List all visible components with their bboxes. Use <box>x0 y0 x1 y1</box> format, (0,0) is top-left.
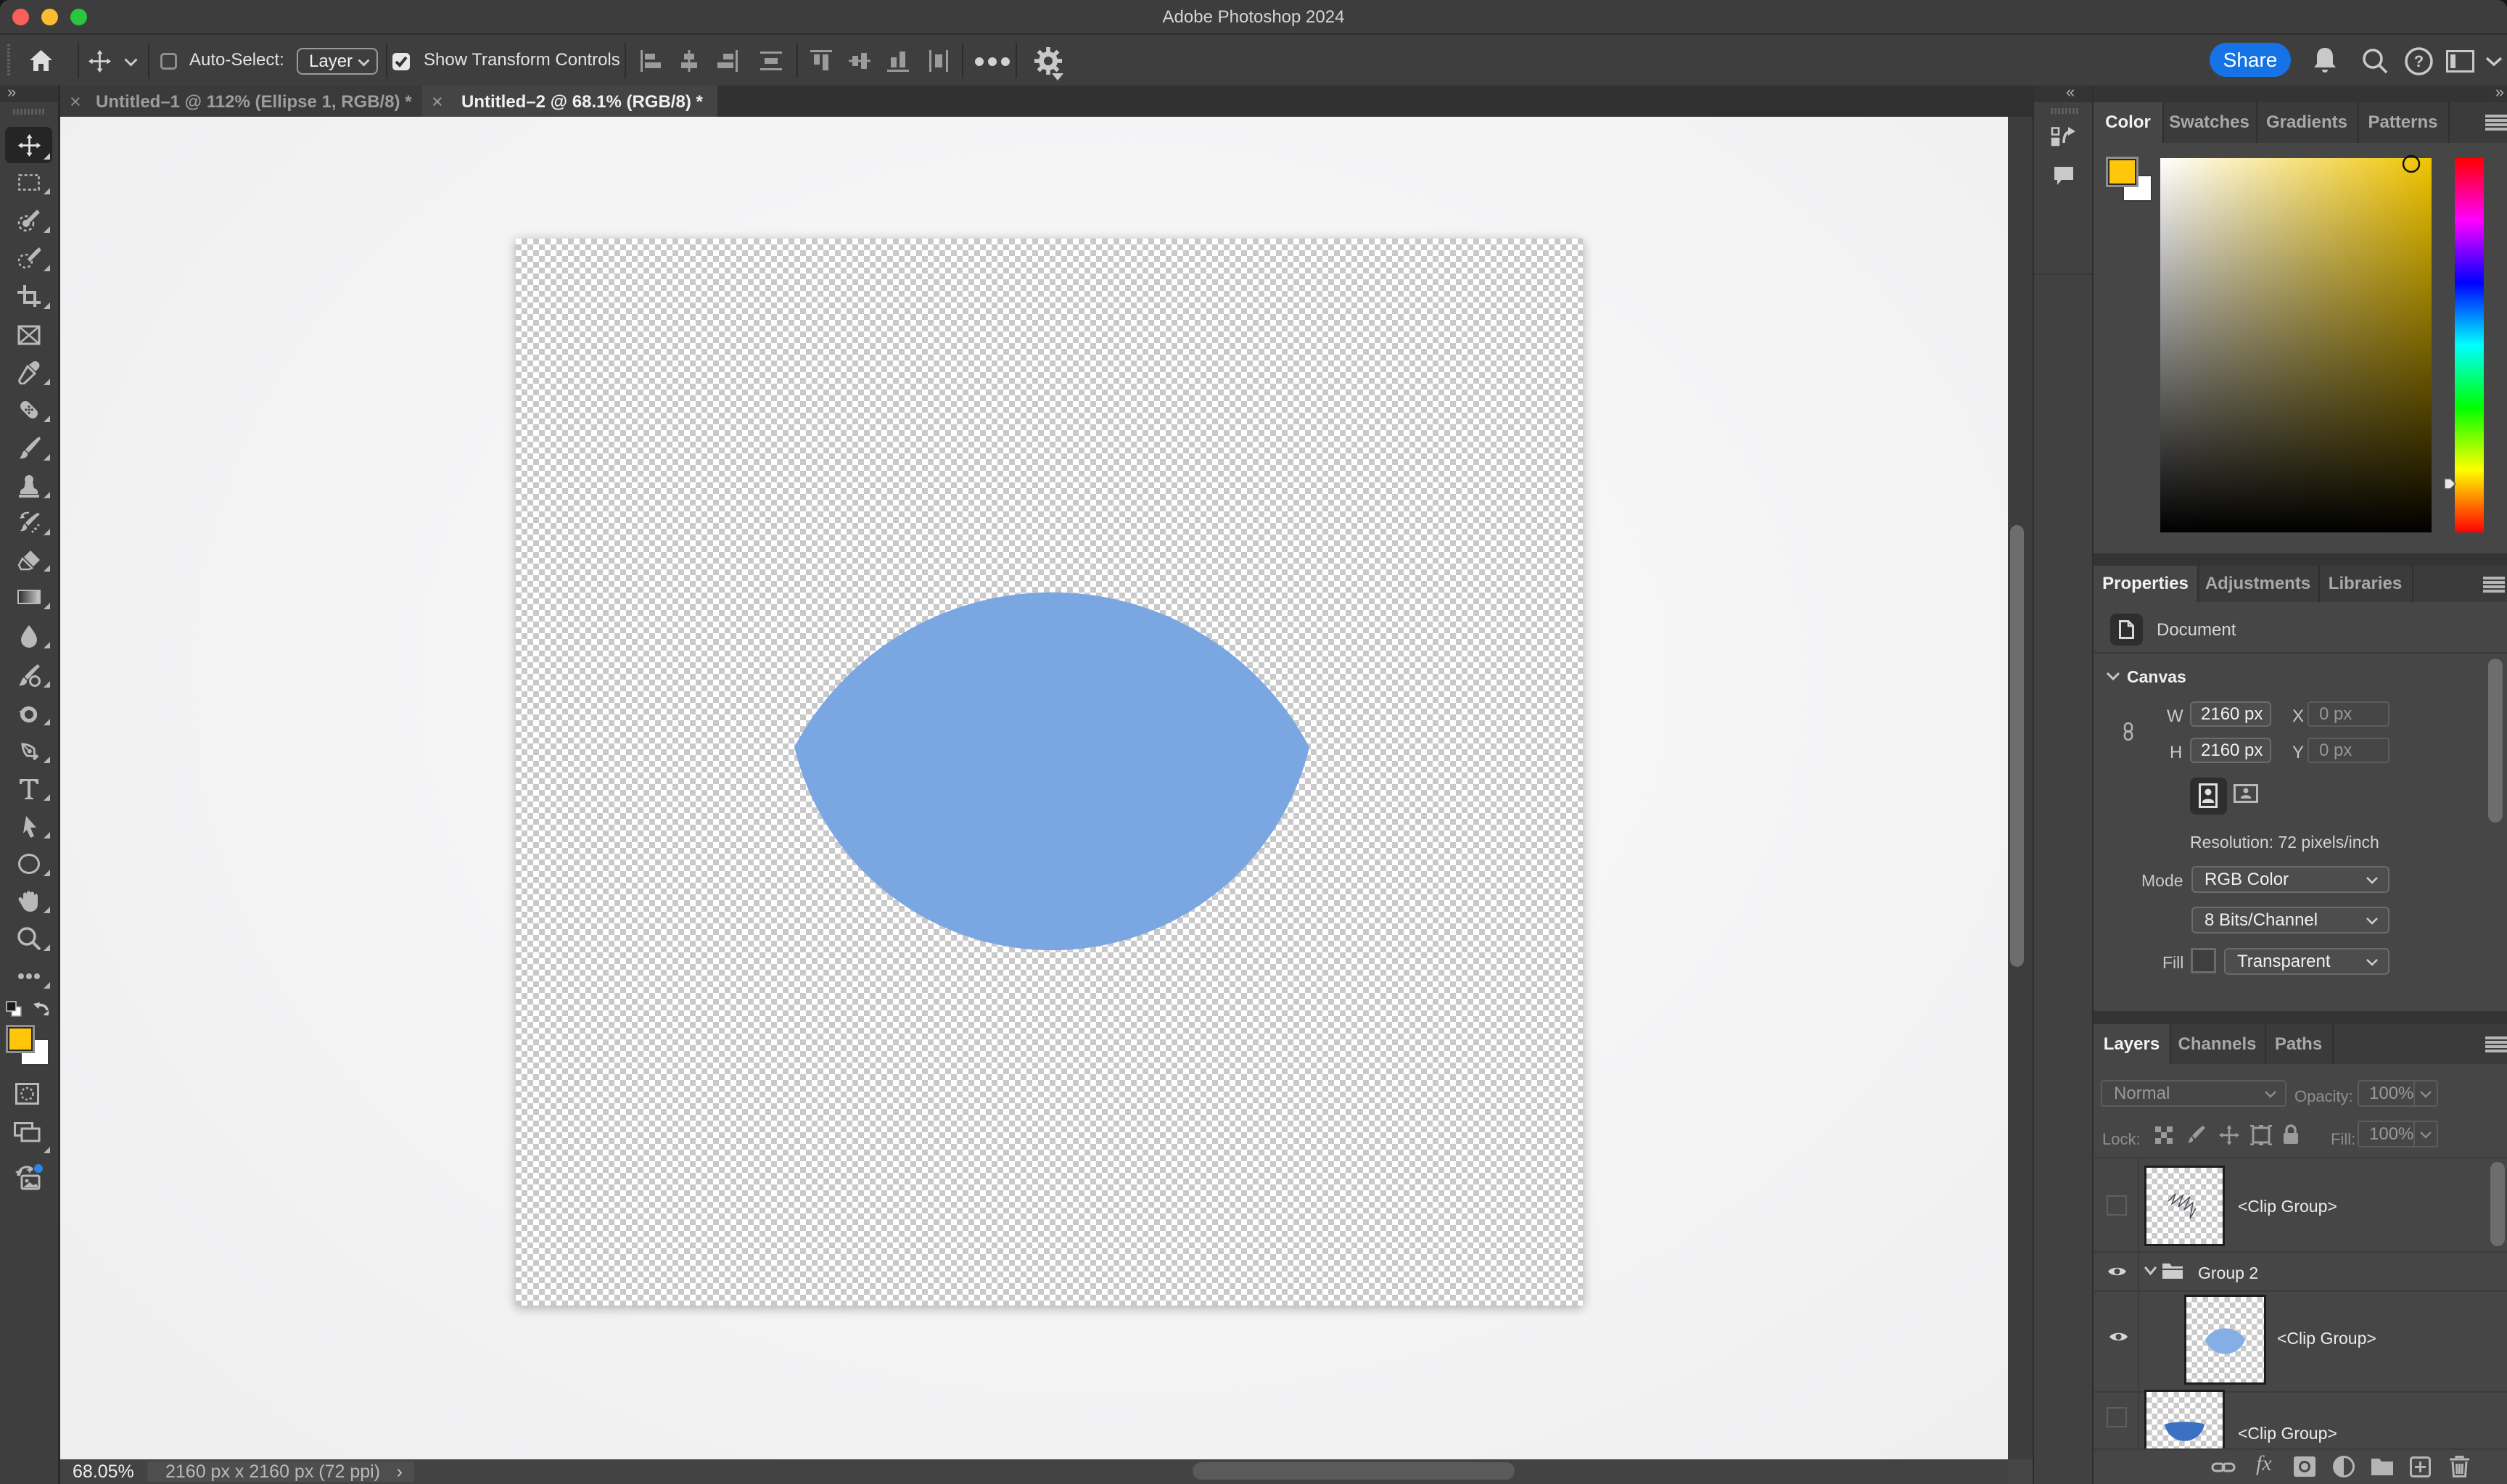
svg-text:?: ? <box>2414 52 2424 70</box>
